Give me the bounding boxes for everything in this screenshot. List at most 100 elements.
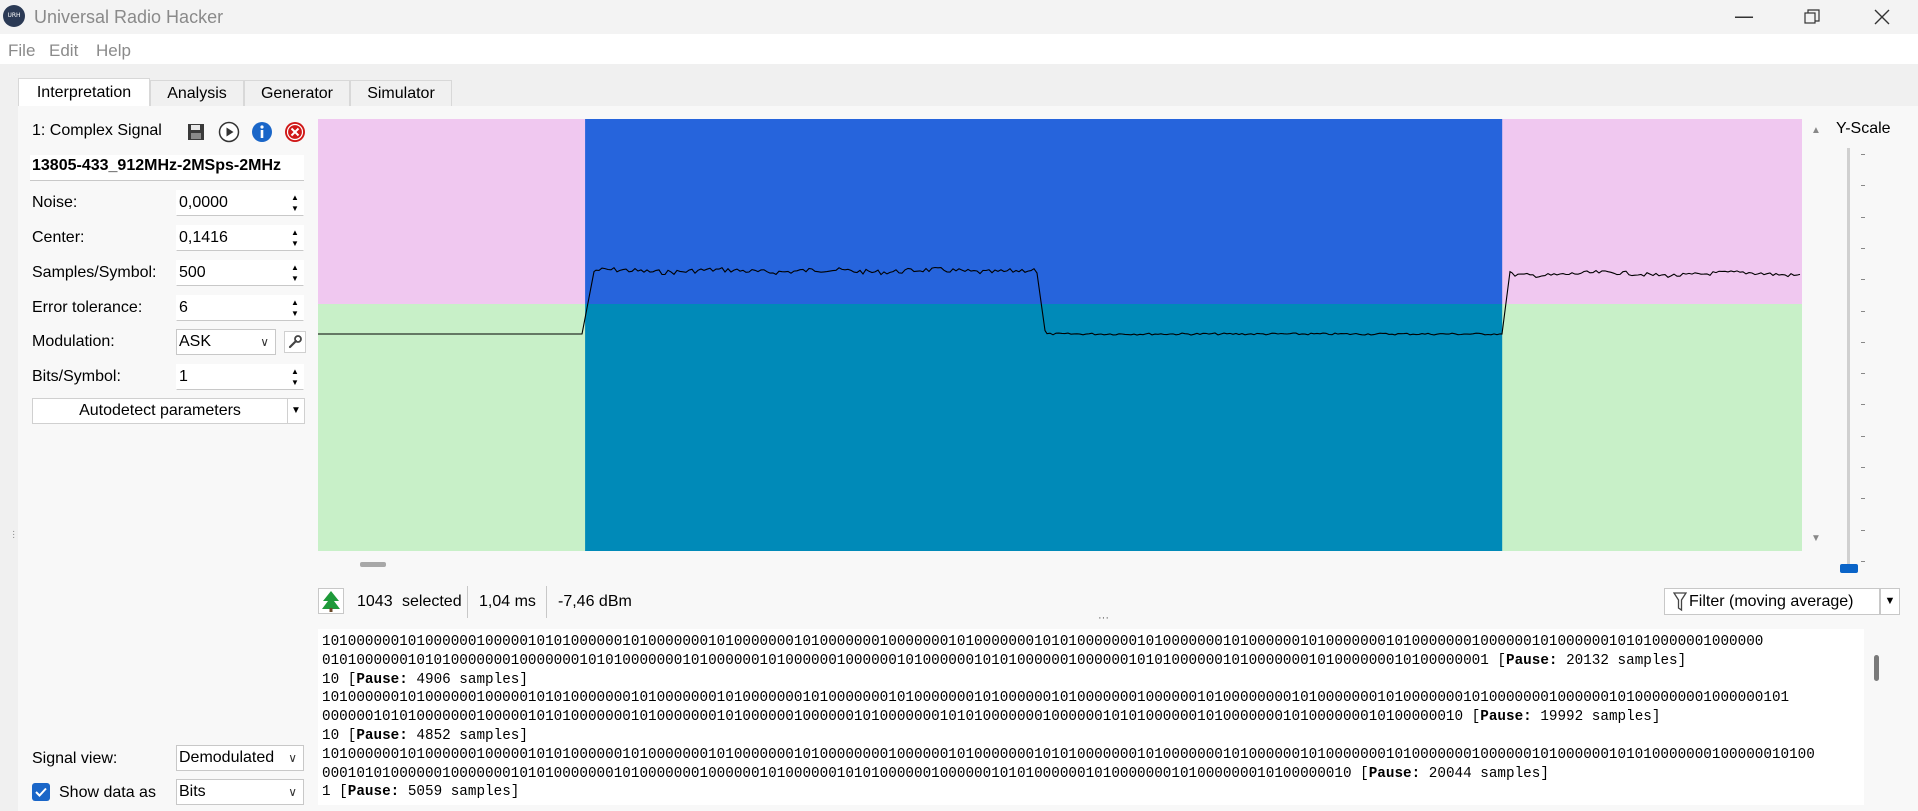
bits-line-bits: 10 [322,727,340,744]
samples-spinner-arrows[interactable]: ▲ ▼ [289,262,301,284]
horizontal-scrollbar-handle[interactable] [360,562,386,567]
filter-label: Filter (moving average) [1689,593,1854,610]
signal-view-select[interactable]: Demodulated ∨ [176,745,304,771]
bits-per-symbol-label: Bits/Symbol: [32,368,121,385]
play-signal-button[interactable] [218,121,240,143]
error-tolerance-label: Error tolerance: [32,299,143,316]
autodetect-parameters-button[interactable]: Autodetect parameters [32,398,288,424]
status-separator [467,586,468,618]
bits-line-bits: 1010000001010000001000001010100000001010… [322,690,1790,707]
close-window-button[interactable] [1852,0,1912,34]
yscale-tick [1861,404,1865,406]
menu-edit[interactable]: Edit [49,41,78,61]
scroll-up-arrow-icon[interactable]: ▲ [1811,125,1821,136]
yscale-tick [1861,279,1865,281]
yscale-tick [1861,310,1865,312]
yscale-slider-track[interactable] [1847,148,1850,566]
signal-plot-canvas[interactable] [318,119,1802,551]
noise-spinner-arrows[interactable]: ▲ ▼ [289,192,301,214]
tree-icon [322,591,340,612]
error-tolerance-value: 6 [179,299,188,316]
signal-view-value: Demodulated [179,749,275,766]
filename-field[interactable]: 13805-433_912MHz-2MSps-2MHz [30,155,304,181]
bits-line-bits: 10 [322,671,340,688]
pause-samples: 19992 samples] [1531,709,1661,726]
menu-file[interactable]: File [8,41,35,61]
close-signal-button[interactable] [284,121,306,143]
yscale-tick [1861,373,1865,375]
filter-icon [1673,592,1687,612]
error-tolerance-spinner-arrows[interactable]: ▲ ▼ [289,297,301,319]
bits-line: 10 [Pause: 4906 samples] [322,671,528,688]
selected-label: selected [402,593,462,610]
noise-label: Noise: [32,194,78,211]
scroll-down-arrow-icon[interactable]: ▼ [1811,533,1821,544]
chevron-down-icon: ∨ [288,785,297,799]
bits-per-symbol-input[interactable]: 1 ▲ ▼ [176,364,304,390]
splitter-handle[interactable]: · · · [12,527,15,543]
noise-input[interactable]: 0,0000 ▲ ▼ [176,190,304,216]
menu-help[interactable]: Help [96,41,131,61]
show-data-select[interactable]: Bits ∨ [176,779,304,805]
modulation-settings-button[interactable] [284,331,306,353]
power-display: -7,46 dBm [558,593,632,610]
center-label: Center: [32,229,85,246]
autodetect-options-button[interactable]: ▼ [287,398,305,424]
selection-upper-region [585,119,1503,304]
yscale-tick [1861,498,1865,500]
yscale-label: Y-Scale [1836,120,1891,137]
title-bar: URH Universal Radio Hacker — [0,0,1918,34]
yscale-tick [1861,467,1865,468]
spectrogram-toggle-button[interactable] [318,588,344,614]
selection-lower-region [585,304,1503,551]
pause-keyword: Pause: [356,727,408,744]
tab-generator[interactable]: Generator [244,80,350,106]
yscale-slider-handle[interactable] [1840,564,1858,573]
bits-line-bits: 0001010100000010000000101010000000101000… [322,765,1352,782]
center-input[interactable]: 0,1416 ▲ ▼ [176,225,304,251]
wrench-icon [288,335,302,349]
pause-keyword: Pause: [347,784,400,801]
bits-spinner-arrows[interactable]: ▲ ▼ [289,366,301,388]
modulation-select[interactable]: ASK ∨ [176,329,276,355]
tab-interpretation[interactable]: Interpretation [18,78,150,106]
save-signal-button[interactable] [185,121,207,143]
bits-line: 1010000001010000001000001010100000010100… [322,633,1864,652]
filter-button[interactable]: Filter (moving average) [1664,588,1880,615]
modulation-label: Modulation: [32,333,115,350]
filename-text: 13805-433_912MHz-2MSps-2MHz [32,157,281,174]
tab-simulator[interactable]: Simulator [350,80,452,106]
noise-value: 0,0000 [179,194,228,211]
bits-per-symbol-value: 1 [179,368,188,385]
bits-line: 0101000000101010000000100000001010100000… [322,652,1687,669]
window-title: Universal Radio Hacker [34,7,224,27]
modulation-value: ASK [179,333,212,350]
show-data-label: Show data as [59,784,156,801]
signal-plot[interactable] [318,119,1802,551]
bits-view-scrollbar-thumb[interactable] [1874,655,1879,681]
yscale-tick [1861,247,1865,249]
minimize-button[interactable]: — [1714,0,1774,34]
filter-options-button[interactable]: ▼ [1880,588,1900,615]
bits-line-bits: 1 [322,784,331,801]
maximize-button[interactable] [1782,0,1842,34]
error-tolerance-input[interactable]: 6 ▲ ▼ [176,295,304,321]
checkmark-icon [35,787,47,797]
pause-keyword: Pause: [1480,709,1532,726]
tab-analysis[interactable]: Analysis [150,80,244,106]
signal-info-button[interactable] [251,121,273,143]
vertical-splitter-handle[interactable]: ··· [1098,612,1109,624]
demodulated-bits-view[interactable]: 1010000001010000001000001010100000010100… [318,629,1864,805]
autodetect-label: Autodetect parameters [79,402,241,419]
signal-view-label: Signal view: [32,750,118,767]
center-spinner-arrows[interactable]: ▲ ▼ [289,227,301,249]
signal-header: 1: Complex Signal [32,122,162,139]
play-icon [218,121,240,143]
bits-line: 1010000001010000001000001010100000001010… [322,689,1864,708]
bits-line-bits: 0101000000101010000000100000001010100000… [322,652,1489,669]
show-data-checkbox[interactable] [32,783,50,801]
pause-samples: 20044 samples] [1420,765,1549,782]
samples-per-symbol-input[interactable]: 500 ▲ ▼ [176,260,304,286]
close-circle-icon [285,122,305,142]
yscale-tick [1861,185,1865,187]
